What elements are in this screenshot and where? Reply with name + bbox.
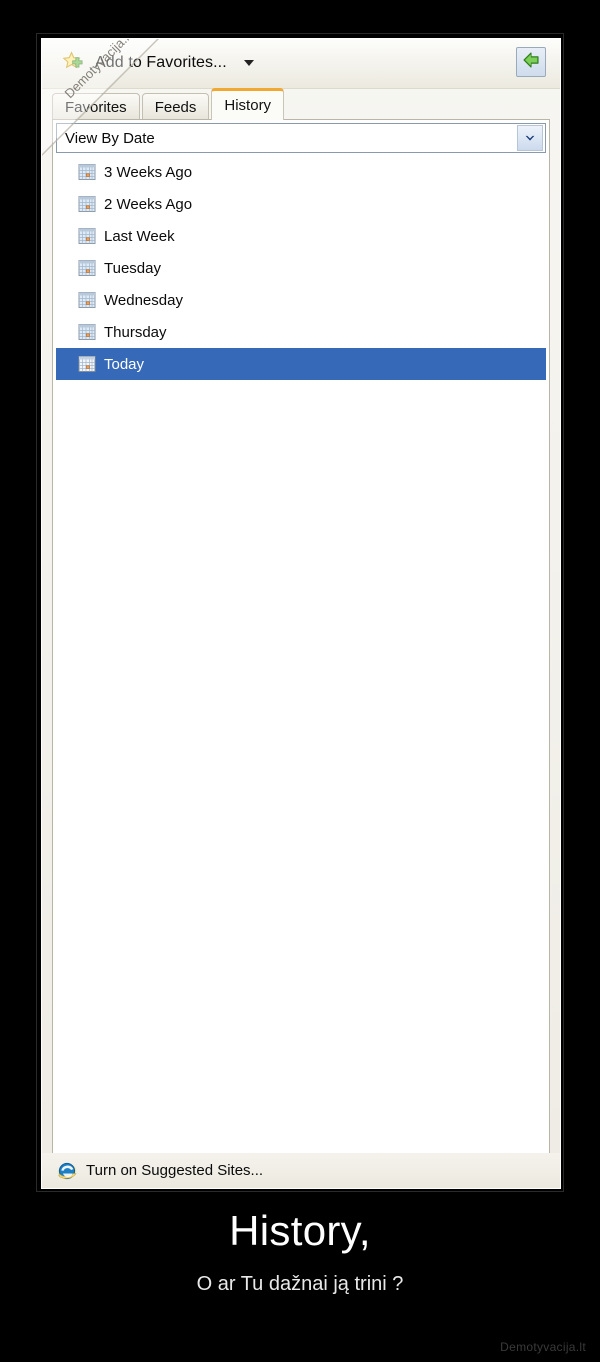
list-item[interactable]: Thursday	[56, 316, 546, 348]
list-item-label: Last Week	[104, 227, 175, 245]
tab-history-label: History	[224, 97, 272, 114]
tab-favorites[interactable]: Favorites	[52, 93, 140, 120]
demotivational-poster: Add to Favorites... Favorites Feeds Hist…	[0, 0, 600, 1362]
calendar-icon	[78, 227, 96, 245]
chevron-down-icon[interactable]	[517, 125, 543, 151]
list-item-label: 3 Weeks Ago	[104, 163, 193, 181]
tab-feeds-label: Feeds	[154, 98, 197, 116]
page-title: History,	[229, 1207, 371, 1254]
panel-tabs: Favorites Feeds History	[52, 88, 285, 120]
suggested-sites-label: Turn on Suggested Sites...	[86, 1162, 264, 1179]
calendar-icon	[78, 355, 96, 373]
calendar-icon	[78, 259, 96, 277]
calendar-icon	[78, 163, 96, 181]
add-to-favorites-button[interactable]: Add to Favorites...	[56, 46, 260, 80]
list-item-label: Today	[104, 355, 145, 373]
tab-history[interactable]: History	[211, 88, 285, 120]
list-item[interactable]: Last Week	[56, 220, 546, 252]
add-to-favorites-label: Add to Favorites...	[95, 54, 227, 71]
list-item[interactable]: Tuesday	[56, 252, 546, 284]
calendar-icon	[78, 291, 96, 309]
list-item-label: Wednesday	[104, 291, 183, 309]
favorites-center-panel: Add to Favorites... Favorites Feeds Hist…	[42, 39, 560, 1188]
list-item[interactable]: 3 Weeks Ago	[56, 156, 546, 188]
view-by-dropdown[interactable]: View By Date	[56, 123, 546, 153]
history-content-card: View By Date 3 Weeks Ago 2 Weeks Ago Las…	[52, 119, 550, 1154]
panel-toolbar: Add to Favorites...	[42, 39, 560, 89]
suggested-sites-bar[interactable]: Turn on Suggested Sites...	[42, 1153, 560, 1188]
list-item[interactable]: Wednesday	[56, 284, 546, 316]
list-item-label: Thursday	[104, 323, 167, 341]
caption-block: History, O ar Tu dažnai ją trini ?	[0, 1206, 600, 1298]
list-item-selected[interactable]: Today	[56, 348, 546, 380]
list-item[interactable]: 2 Weeks Ago	[56, 188, 546, 220]
site-watermark: Demotyvacija.lt	[500, 1340, 586, 1354]
screenshot-content: Add to Favorites... Favorites Feeds Hist…	[41, 38, 561, 1189]
green-left-arrow-icon	[521, 50, 541, 75]
calendar-icon	[78, 195, 96, 213]
caret-down-icon[interactable]	[243, 60, 254, 66]
star-plus-icon	[62, 51, 88, 75]
history-list: 3 Weeks Ago 2 Weeks Ago Last Week Tuesda…	[56, 156, 546, 380]
calendar-icon	[78, 323, 96, 341]
view-by-selected-label: View By Date	[65, 129, 155, 147]
caption-subtitle: O ar Tu dažnai ją trini ?	[196, 1273, 404, 1295]
list-item-label: 2 Weeks Ago	[104, 195, 193, 213]
close-panel-button[interactable]	[516, 47, 546, 77]
list-item-label: Tuesday	[104, 259, 161, 277]
screenshot-frame: Add to Favorites... Favorites Feeds Hist…	[36, 33, 564, 1192]
tab-feeds[interactable]: Feeds	[141, 93, 210, 120]
internet-explorer-icon	[56, 1160, 78, 1182]
tab-favorites-label: Favorites	[65, 98, 127, 116]
